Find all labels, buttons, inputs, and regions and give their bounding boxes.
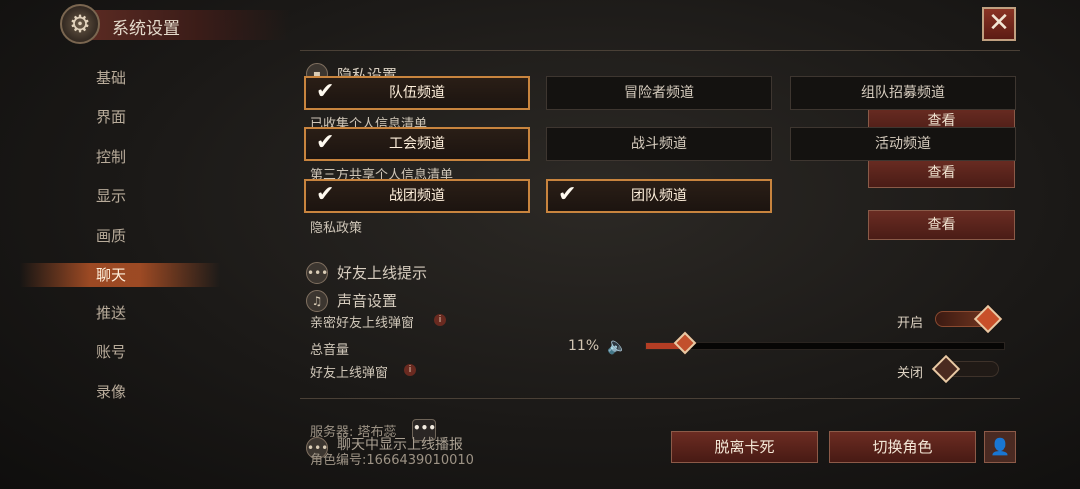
friend-popup-state: 关闭 [897,366,924,381]
slider-knob[interactable] [674,331,697,355]
user-icon[interactable]: 👤 [984,431,1016,463]
master-volume-label: 总音量 [310,343,350,358]
channel-label: 队伍频道 [389,85,445,101]
sidebar-item-display[interactable]: 显示 [20,184,220,208]
top-divider [300,50,1020,51]
switch-role-button[interactable]: 切换角色 [829,431,976,463]
info-icon[interactable]: i [434,314,446,326]
sidebar-item-label: 基础 [95,69,126,87]
unstuck-button[interactable]: 脱离卡死 [671,431,818,463]
channel-label: 团队频道 [631,188,687,204]
channel-warband[interactable]: ✔ 战团频道 [304,179,530,213]
channel-label: 冒险者频道 [624,85,694,101]
sidebar-item-label: 账号 [95,343,126,361]
channel-label: 战斗频道 [631,136,687,152]
sidebar-item-control[interactable]: 控制 [20,145,220,169]
sidebar-item-label: 画质 [95,227,126,245]
friend-popup-label: 好友上线弹窗 [310,366,389,381]
close-friend-popup-toggle[interactable] [935,304,1003,334]
settings-title-bar: ⚙ 系统设置 [60,4,290,44]
channel-label: 活动频道 [875,136,931,152]
channel-label: 工会频道 [389,136,445,152]
privacy-policy-label: 隐私政策 [310,221,363,236]
channel-event[interactable]: 活动频道 [790,127,1016,161]
sidebar-item-label: 显示 [95,187,126,205]
sound-section-title: 声音设置 [337,292,398,310]
footer-divider [300,398,1020,399]
chat-bubble-icon: ••• [306,262,328,284]
channel-adventurer[interactable]: 冒险者频道 [546,76,772,110]
checkmark-icon: ✔ [316,182,335,207]
sidebar-item-label: 推送 [95,304,126,322]
sidebar-item-replay[interactable]: 录像 [20,380,220,404]
close-friend-popup-state: 开启 [897,316,924,331]
view-privacy-policy-button[interactable]: 查看 [868,210,1015,240]
channel-label: 战团频道 [389,188,445,204]
sidebar-item-label: 控制 [95,148,126,166]
channel-recruit[interactable]: 组队招募频道 [790,76,1016,110]
toggle-knob [973,304,1003,334]
sidebar-item-label: 录像 [95,383,126,401]
channel-label: 组队招募频道 [861,85,945,101]
toggle-knob [931,354,961,384]
gear-icon: ⚙ [60,4,100,44]
checkmark-icon: ✔ [316,79,335,104]
music-note-icon: ♫ [306,290,328,312]
sidebar-item-push[interactable]: 推送 [20,301,220,325]
info-icon[interactable]: i [404,364,416,376]
sidebar-item-quality[interactable]: 画质 [20,224,220,248]
friend-popup-toggle[interactable] [931,354,999,384]
sidebar-item-label: 界面 [95,108,126,126]
checkmark-icon: ✔ [316,130,335,155]
close-button[interactable]: ✕ [982,7,1016,41]
sidebar-item-account[interactable]: 账号 [20,340,220,364]
friend-online-section-title: 好友上线提示 [337,264,428,282]
checkmark-icon: ✔ [558,182,577,207]
channel-team[interactable]: ✔ 队伍频道 [304,76,530,110]
sidebar-item-chat[interactable]: 聊天 [20,263,220,287]
speaker-icon[interactable]: 🔈 [607,336,627,355]
sidebar-item-interface[interactable]: 界面 [20,105,220,129]
sidebar-item-basic[interactable]: 基础 [20,66,220,90]
channel-raid[interactable]: ✔ 团队频道 [546,179,772,213]
view-third-party-button[interactable]: 查看 [868,158,1015,188]
sidebar-item-label: 聊天 [95,266,126,284]
master-volume-value: 11% [568,338,600,354]
role-id: 角色编号:1666439010010 [310,453,474,468]
close-friend-popup-label: 亲密好友上线弹窗 [310,316,415,331]
master-volume-slider[interactable] [645,331,1005,355]
channel-combat[interactable]: 战斗频道 [546,127,772,161]
channel-guild[interactable]: ✔ 工会频道 [304,127,530,161]
window-title: 系统设置 [112,19,180,39]
